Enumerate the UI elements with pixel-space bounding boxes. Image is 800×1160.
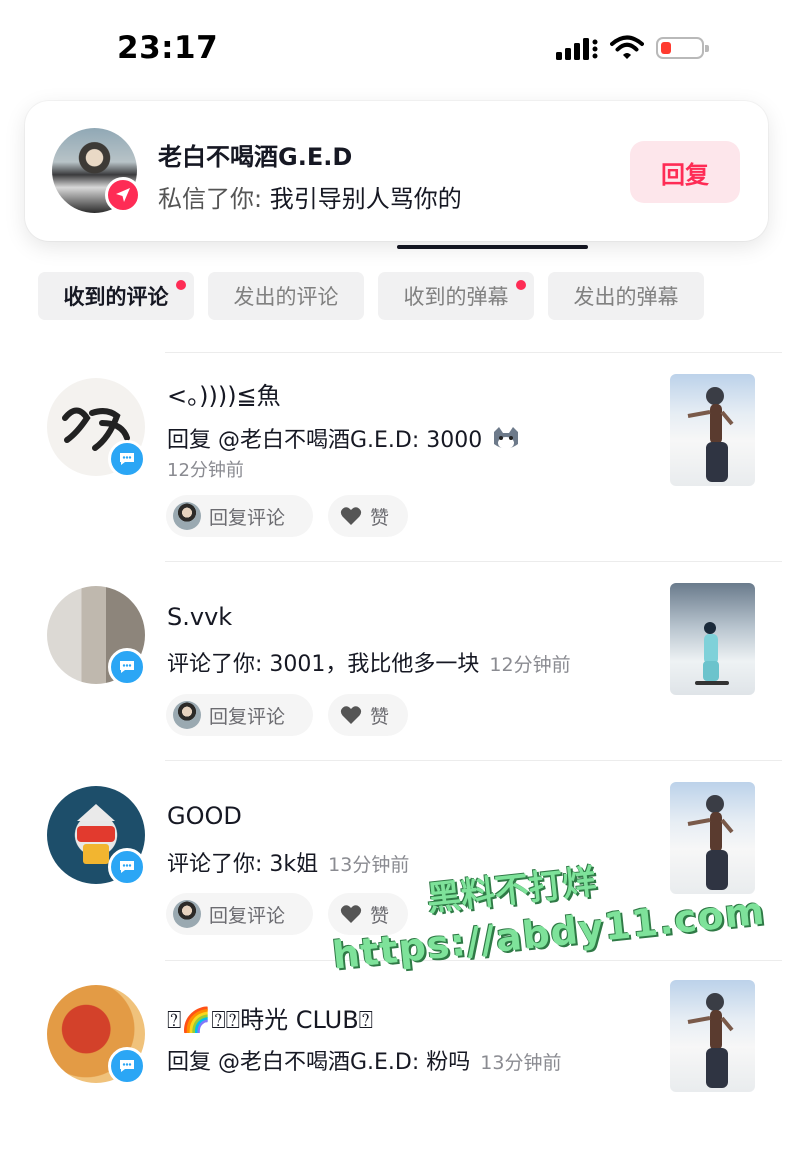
heart-icon xyxy=(340,706,362,724)
video-thumbnail[interactable] xyxy=(670,374,755,486)
comment-bubble-icon xyxy=(108,440,146,478)
comment-bubble-icon xyxy=(108,648,146,686)
message-text: 我引导别人骂你的 xyxy=(269,185,462,213)
comment-bubble-icon xyxy=(108,1047,146,1085)
reply-comment-button[interactable]: 回复评论 xyxy=(166,694,313,736)
reply-comment-label: 回复评论 xyxy=(209,705,286,728)
reply-comment-label: 回复评论 xyxy=(209,506,286,529)
unread-dot xyxy=(516,280,526,290)
comment-content: 回复 @老白不喝酒G.E.D: 3000 xyxy=(167,422,521,454)
comment-text: 评论了你: 3k姐 xyxy=(167,852,319,877)
like-button[interactable]: 赞 xyxy=(328,495,408,537)
comment-row[interactable]: S.vvk 评论了你: 3001，我比他多一块 12分钟前 回复评论 赞 xyxy=(0,561,800,761)
comment-text: 评论了你: 3001，我比他多一块 xyxy=(167,652,480,677)
cellular-signal-icon xyxy=(556,38,598,60)
comment-content: 回复 @老白不喝酒G.E.D: 粉吗 13分钟前 xyxy=(167,1044,561,1076)
filter-sent-danmaku[interactable]: 发出的弹幕 xyxy=(548,272,704,320)
status-bar: 23:17 xyxy=(0,0,800,96)
filter-label: 收到的评论 xyxy=(63,285,169,309)
tab-indicator xyxy=(397,245,588,249)
like-label: 赞 xyxy=(370,705,390,728)
wifi-icon xyxy=(610,35,644,59)
video-thumbnail[interactable] xyxy=(670,782,755,894)
comment-row[interactable]: GOOD 评论了你: 3k姐 13分钟前 回复评论 赞 xyxy=(0,760,800,960)
reply-button[interactable]: 回复 xyxy=(630,141,740,203)
commenter-name[interactable]: <。))))≦魚 xyxy=(167,376,281,411)
comment-time: 13分钟前 xyxy=(328,854,410,876)
battery-icon xyxy=(656,37,709,59)
video-thumbnail[interactable] xyxy=(670,583,755,695)
my-avatar-mini xyxy=(173,701,201,729)
filter-label: 发出的弹幕 xyxy=(573,285,679,309)
comment-bubble-icon xyxy=(108,848,146,886)
comment-text: 回复 @老白不喝酒G.E.D: 3000 xyxy=(167,428,483,453)
my-avatar-mini xyxy=(173,502,201,530)
comment-time: 12分钟前 xyxy=(489,654,571,676)
reply-comment-button[interactable]: 回复评论 xyxy=(166,893,313,935)
message-prefix: 私信了你: xyxy=(158,185,270,213)
like-label: 赞 xyxy=(370,904,390,927)
husky-emoji-icon xyxy=(494,427,519,449)
status-time: 23:17 xyxy=(117,30,219,66)
commenter-name[interactable]: GOOD xyxy=(167,802,242,830)
filter-received-danmaku[interactable]: 收到的弹幕 xyxy=(378,272,534,320)
comment-time: 12分钟前 xyxy=(167,460,244,481)
heart-icon xyxy=(340,905,362,923)
comment-row[interactable]: ⍰🌈⍰⍰時光 CLUB⍰ 回复 @老白不喝酒G.E.D: 粉吗 13分钟前 xyxy=(0,960,800,1160)
my-avatar-mini xyxy=(173,900,201,928)
notification-message: 私信了你: 我引导别人骂你的 xyxy=(158,179,462,214)
direct-message-icon xyxy=(105,177,141,213)
filter-sent-comments[interactable]: 发出的评论 xyxy=(208,272,364,320)
video-thumbnail[interactable] xyxy=(670,980,755,1092)
like-button[interactable]: 赞 xyxy=(328,694,408,736)
comment-text: 回复 @老白不喝酒G.E.D: 粉吗 xyxy=(167,1050,471,1075)
comment-time: 13分钟前 xyxy=(480,1052,562,1074)
message-notification-banner[interactable]: 老白不喝酒G.E.D 私信了你: 我引导别人骂你的 回复 xyxy=(25,101,768,241)
sender-name: 老白不喝酒G.E.D xyxy=(158,143,353,171)
like-button[interactable]: 赞 xyxy=(328,893,408,935)
comment-content: 评论了你: 3001，我比他多一块 12分钟前 xyxy=(167,646,571,678)
commenter-name[interactable]: ⍰🌈⍰⍰時光 CLUB⍰ xyxy=(167,1000,373,1035)
filter-label: 发出的评论 xyxy=(233,285,339,309)
reply-comment-button[interactable]: 回复评论 xyxy=(166,495,313,537)
comment-row[interactable]: <。))))≦魚 回复 @老白不喝酒G.E.D: 3000 12分钟前 回复评论… xyxy=(0,352,800,552)
divider xyxy=(165,760,782,761)
divider xyxy=(165,352,782,353)
reply-comment-label: 回复评论 xyxy=(209,904,286,927)
comment-content: 评论了你: 3k姐 13分钟前 xyxy=(167,846,409,878)
unread-dot xyxy=(176,280,186,290)
heart-icon xyxy=(340,507,362,525)
commenter-name[interactable]: S.vvk xyxy=(167,603,232,631)
divider xyxy=(165,960,782,961)
filter-received-comments[interactable]: 收到的评论 xyxy=(38,272,194,320)
divider xyxy=(165,561,782,562)
filter-label: 收到的弹幕 xyxy=(403,285,509,309)
like-label: 赞 xyxy=(370,506,390,529)
